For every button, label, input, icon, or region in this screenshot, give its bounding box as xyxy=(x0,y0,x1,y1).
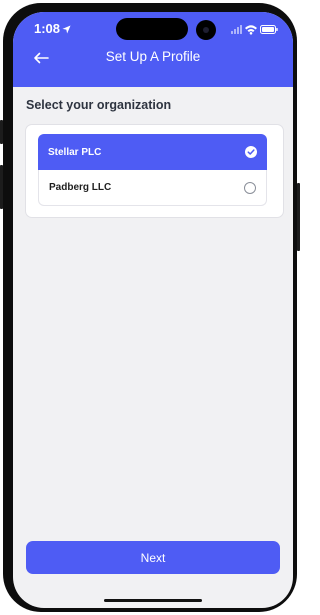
app-header: 1:08 Set Up A Profile xyxy=(13,12,293,87)
battery-icon xyxy=(260,25,278,34)
dynamic-island xyxy=(116,18,188,40)
signal-icon xyxy=(231,25,242,34)
camera-icon xyxy=(196,20,216,40)
app-screen: 1:08 Set Up A Profile Select your organi… xyxy=(13,12,293,608)
status-time: 1:08 xyxy=(34,21,71,37)
organization-option-label: Padberg LLC xyxy=(49,182,112,193)
status-icons xyxy=(231,22,279,40)
radio-unchecked-icon xyxy=(244,181,256,194)
phone-frame: 1:08 Set Up A Profile Select your organi… xyxy=(3,3,297,612)
section-title: Select your organization xyxy=(26,98,172,112)
radio-checked-icon xyxy=(245,146,257,158)
organization-list: Stellar PLC Padberg LLC xyxy=(25,124,284,218)
location-arrow-icon xyxy=(62,22,71,37)
organization-option-label: Stellar PLC xyxy=(48,146,102,158)
home-indicator xyxy=(104,599,202,602)
organization-option-padberg-llc[interactable]: Padberg LLC xyxy=(38,170,267,206)
page-title: Set Up A Profile xyxy=(105,49,201,64)
organization-option-stellar-plc[interactable]: Stellar PLC xyxy=(38,134,267,170)
status-time-text: 1:08 xyxy=(34,21,61,36)
power-button xyxy=(297,183,300,251)
next-button[interactable]: Next xyxy=(26,541,280,574)
wifi-icon xyxy=(245,25,257,35)
